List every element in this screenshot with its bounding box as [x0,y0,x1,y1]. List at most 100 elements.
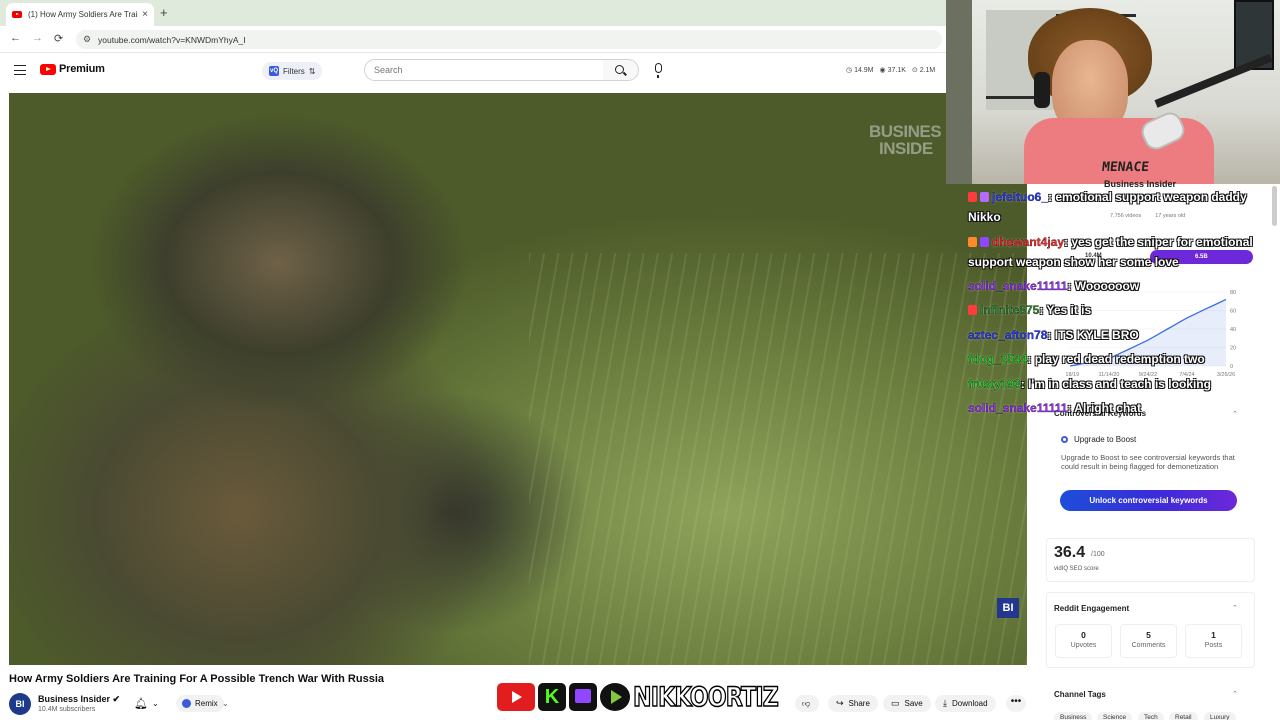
stat-clock: ◷ 14.9M [846,67,874,74]
download-button[interactable]: ⤓ Download [935,695,996,712]
chat-message: solid_snake11111: Woooooow [968,278,1139,294]
channel-name[interactable]: Business Insider ✔ [38,694,120,705]
sliders-icon: ⇅ [308,66,316,76]
stat-views: ◉ 37.1K [879,67,906,74]
chat-text: : Alright chat [1067,401,1141,415]
chat-badge-icon [968,237,977,247]
search-input[interactable]: Search [364,59,604,81]
new-tab-button[interactable]: + [160,5,168,20]
chat-username: jefeituo6_ [992,190,1049,204]
youtube-icon [497,683,535,711]
reddit-posts: 1 Posts [1185,624,1242,658]
video-frame-grass [529,253,1027,665]
video-title: How Army Soldiers Are Training For A Pos… [9,673,384,685]
channel-tag[interactable]: Retail [1169,712,1198,720]
chat-message: aztec_afton78: ITS KYLE BRO [968,327,1139,343]
share-icon: ↪ [836,698,844,708]
vidiq-remix-icon [182,699,191,708]
channel-tag[interactable]: Science [1097,712,1133,720]
chevron-down-icon[interactable]: ⌄ [222,699,229,708]
remix-button[interactable]: Remix [176,695,224,712]
chevron-down-icon[interactable]: ⌄ [152,699,159,708]
more-actions-button[interactable]: ••• [1006,695,1026,712]
download-icon: ⤓ [943,698,947,708]
chat-text: : Yes it is [1039,303,1092,317]
youtube-logo-icon [40,63,56,75]
video-watermark: BUSINES INSIDE [869,122,942,158]
search-placeholder: Search [374,65,403,75]
sidebar-scrollbar[interactable] [1272,186,1277,226]
search-button[interactable] [603,59,639,81]
vidiq-header-stats: ◷ 14.9M ◉ 37.1K ⊙ 2.1M [846,66,935,74]
channel-tag[interactable]: Business [1054,712,1093,720]
boost-radio-icon[interactable] [1061,436,1068,443]
subscriber-count: 10.4M subscribers [38,706,96,713]
chat-username: dhewant4jay [992,235,1065,249]
channel-tags-title: Channel Tags [1054,690,1106,699]
boost-description: Upgrade to Boost to see controversial ke… [1061,453,1235,471]
chat-message: jefeituo6_: emotional support weapon dad… [968,189,1247,205]
browser-tab-strip: (1) How Army Soldiers Are Trainin × + [0,0,946,26]
notification-bell-icon[interactable]: 🔔︎ [134,697,148,710]
stat-subs: ⊙ 2.1M [911,67,936,74]
save-button[interactable]: ▭ Save [883,695,931,712]
back-arrow-icon[interactable]: ← [10,32,21,44]
channel-tag[interactable]: Tech [1138,712,1164,720]
chat-text: : play red dead redemption two [1027,352,1205,366]
shirt-print: MENACE [1101,160,1150,175]
browser-tab[interactable]: (1) How Army Soldiers Are Trainin × [6,3,154,26]
chat-username: aztec_afton78 [968,328,1048,342]
chart-y-tick-label: 40 [1230,327,1236,333]
seo-score-label: vidIQ SEO score [1054,566,1099,572]
chat-username: solid_snake11111 [968,279,1068,293]
vidiq-filters-button[interactable]: vQ Filters ⇅ [262,62,323,80]
boost-label: Upgrade to Boost [1074,435,1137,444]
chart-x-tick-label: 3/26/26 [1217,372,1235,378]
chart-y-tick-label: 20 [1230,346,1236,352]
rumble-icon [600,683,630,711]
youtube-favicon-icon [12,11,22,18]
tab-title: (1) How Army Soldiers Are Trainin [28,10,139,19]
chart-y-tick-label: 80 [1230,290,1236,296]
browser-nav-bar: ← → ⟳ ⚙ youtube.com/watch?v=KNWDmYhyA_I [0,26,946,53]
chat-username: fr0sty193 [968,377,1021,391]
site-settings-icon[interactable]: ⚙ [83,34,91,45]
search-icon [615,65,624,74]
seo-score-value: 36.4 [1054,544,1086,561]
reload-icon[interactable]: ⟳ [54,32,63,45]
menu-icon[interactable] [14,65,26,75]
chat-message-cont: Nikko [968,210,1001,224]
chart-y-tick-label: 60 [1230,309,1236,315]
youtube-premium-logo[interactable]: Premium [40,63,105,75]
unlock-keywords-button[interactable]: Unlock controversial keywords [1060,490,1237,511]
chat-message-cont: support weapon show her some love [968,255,1179,269]
chat-message: infinite875: Yes it is [968,302,1091,318]
chat-text: : yes get the sniper for emotional [1064,235,1253,249]
chevron-up-icon[interactable]: ⌃ [1232,410,1238,418]
chat-message: dhewant4jay: yes get the sniper for emot… [968,234,1253,250]
filters-label: Filters [283,66,305,76]
seo-score-max: /100 [1091,551,1105,558]
chat-text: : Woooooow [1067,279,1140,293]
chat-message: fdog_2544: play red dead redemption two [968,351,1205,367]
chevron-up-icon[interactable]: ⌃ [1232,604,1238,612]
chat-badge-icon [968,305,977,315]
video-player[interactable]: BUSINES INSIDE BI [9,93,1027,665]
share-button[interactable]: ↪ Share [828,695,878,712]
chat-username: infinite875 [980,303,1040,317]
chat-badge-icon [968,192,977,202]
chart-y-tick-label: 0 [1230,364,1233,370]
chevron-up-icon[interactable]: ⌃ [1232,690,1238,698]
channel-avatar[interactable]: BI [9,693,31,715]
chat-message: solid_snake11111: Alright chat [968,400,1141,416]
tab-close-icon[interactable]: × [142,9,148,20]
chat-username: solid_snake11111 [968,401,1068,415]
chat-text: : I'm in class and teach is looking [1020,377,1211,391]
channel-corner-badge: BI [997,598,1019,618]
chat-text: : ITS KYLE BRO [1047,328,1139,342]
forward-arrow-icon[interactable]: → [32,32,43,44]
address-bar[interactable]: ⚙ youtube.com/watch?v=KNWDmYhyA_I [76,30,942,49]
channel-tag[interactable]: Luxury [1204,712,1236,720]
microphone-icon[interactable] [655,63,662,78]
vidiq-icon: vQ [269,66,279,76]
